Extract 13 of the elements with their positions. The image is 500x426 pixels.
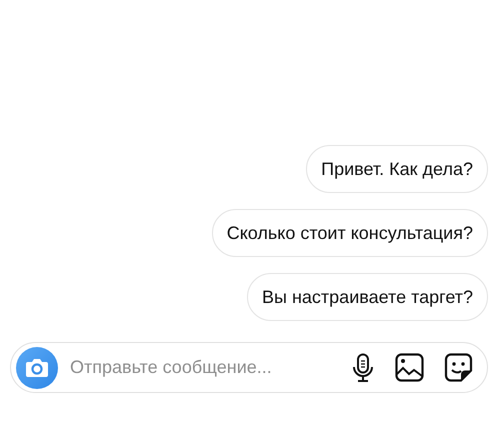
microphone-icon bbox=[351, 352, 375, 382]
message-input[interactable]: Отправьте сообщение... bbox=[68, 353, 351, 382]
sticker-icon bbox=[444, 353, 473, 382]
gallery-button[interactable] bbox=[395, 353, 424, 382]
message-field[interactable]: Отправьте сообщение... bbox=[10, 342, 488, 393]
camera-button[interactable] bbox=[16, 346, 58, 388]
message-bubble: Вы настраиваете таргет? bbox=[247, 273, 488, 321]
message-bubble: Сколько стоит консультация? bbox=[212, 209, 488, 257]
sticker-button[interactable] bbox=[444, 353, 473, 382]
camera-icon bbox=[25, 358, 49, 378]
image-icon bbox=[395, 353, 424, 382]
message-bubble: Привет. Как дела? bbox=[306, 145, 488, 193]
microphone-button[interactable] bbox=[351, 352, 375, 382]
